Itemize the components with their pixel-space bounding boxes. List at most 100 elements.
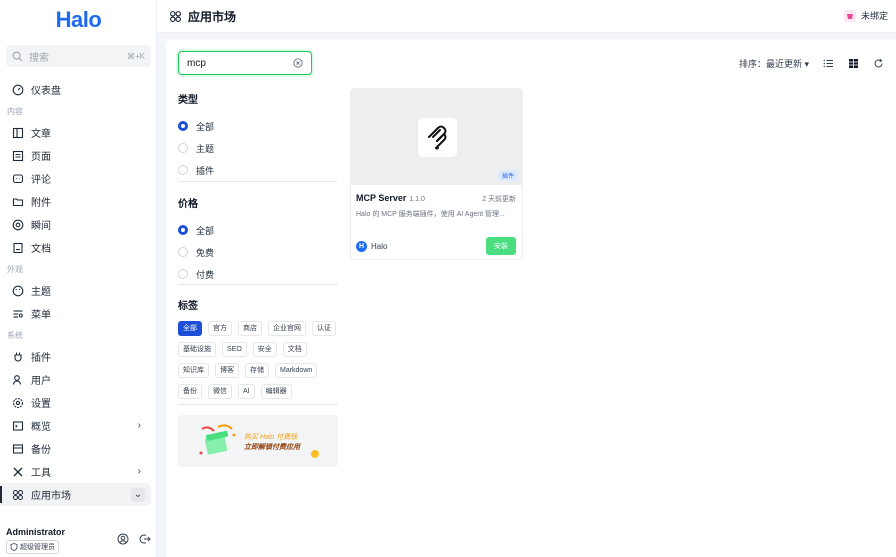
refresh-icon[interactable] <box>873 58 884 69</box>
author-name: Halo <box>371 242 388 251</box>
sidebar-item-label: 文章 <box>31 129 51 140</box>
chevron-down-icon[interactable]: ⌄ <box>131 487 145 502</box>
chevron-right-icon: › <box>137 466 141 477</box>
search-placeholder: 搜索 <box>29 52 49 64</box>
sidebar-item-label: 评论 <box>31 175 51 186</box>
clear-icon[interactable] <box>293 58 303 68</box>
sidebar-item-label: 工具 <box>31 468 51 479</box>
menu-icon <box>12 308 24 320</box>
sidebar-item-backups[interactable]: 备份 <box>0 437 157 460</box>
tag-chip[interactable]: 博客 <box>215 363 239 378</box>
sidebar-item-plugins[interactable]: 插件 <box>0 345 157 368</box>
comment-icon <box>12 173 24 185</box>
list-view-icon[interactable] <box>823 58 834 69</box>
sidebar-item-attachments[interactable]: 附件 <box>0 190 157 213</box>
avatar: H <box>356 241 367 252</box>
sidebar-item-tools[interactable]: 工具 › <box>0 460 157 483</box>
tag-chip[interactable]: Markdown <box>275 363 318 378</box>
tag-chip[interactable]: 商店 <box>238 321 262 336</box>
radio-type-theme[interactable]: 主题 <box>178 137 338 159</box>
promo-subtitle: 立即解锁付费应用 <box>244 444 300 451</box>
tag-chip[interactable]: 微信 <box>208 384 232 399</box>
tag-chip[interactable]: AI <box>238 384 255 399</box>
filter-price-title: 价格 <box>178 199 198 210</box>
radio-dot <box>178 143 188 153</box>
sidebar-item-label: 文档 <box>31 244 51 255</box>
gear-icon <box>12 397 24 409</box>
radio-label: 主题 <box>196 143 215 154</box>
folder-icon <box>12 196 24 208</box>
terminal-icon <box>12 420 24 432</box>
radio-price-free[interactable]: 免费 <box>178 241 338 263</box>
sidebar-item-posts[interactable]: 文章 <box>0 121 157 144</box>
nav-group-content: 内容 <box>7 106 23 116</box>
sidebar-item-settings[interactable]: 设置 <box>0 391 157 414</box>
tag-list: 全部 官方 商店 企业官网 认证 基础设施 SEO 安全 文档 知识库 博客 存… <box>178 321 338 399</box>
tag-chip[interactable]: 存储 <box>245 363 269 378</box>
shield-icon <box>10 543 18 551</box>
sidebar-item-menus[interactable]: 菜单 <box>0 302 157 325</box>
document-icon <box>12 242 24 254</box>
tag-chip[interactable]: SEO <box>222 342 247 357</box>
search-input[interactable]: mcp <box>178 51 312 75</box>
divider <box>178 181 338 182</box>
halo-logo[interactable]: Halo <box>0 7 157 33</box>
tag-chip[interactable]: 安全 <box>252 342 277 357</box>
sidebar-item-label: 设置 <box>31 399 51 410</box>
sidebar-item-docs[interactable]: 文档 <box>0 236 157 259</box>
tag-chip[interactable]: 认证 <box>312 321 336 336</box>
logout-icon[interactable] <box>139 533 151 545</box>
radio-type-plugin[interactable]: 插件 <box>178 159 338 181</box>
sidebar-item-pages[interactable]: 页面 <box>0 144 157 167</box>
coin-icon <box>311 450 319 458</box>
radio-label: 免费 <box>196 247 215 258</box>
sidebar-item-label: 仪表盘 <box>31 86 61 97</box>
filter-type-title: 类型 <box>178 95 198 106</box>
sidebar-item-label: 菜单 <box>31 310 51 321</box>
apps-icon <box>170 10 181 22</box>
account-bind-button[interactable]: 未绑定 <box>843 9 888 22</box>
app-card[interactable]: 插件 MCP Server 1.1.0 2 天前更新 Halo 的 MCP 服务端… <box>350 88 523 260</box>
sidebar-item-users[interactable]: 用户 <box>0 368 157 391</box>
sidebar-item-comments[interactable]: 评论 <box>0 167 157 190</box>
install-button[interactable]: 安装 <box>486 237 516 255</box>
sort-dropdown[interactable]: 排序：最近更新 ▾ <box>739 57 809 70</box>
sidebar-item-dashboard[interactable]: 仪表盘 <box>0 78 157 101</box>
palette-icon <box>12 285 24 297</box>
tag-chip[interactable]: 编辑器 <box>260 384 292 399</box>
app-name-text: MCP Server <box>356 193 407 203</box>
app-author[interactable]: H Halo <box>356 241 387 252</box>
page-icon <box>12 150 24 162</box>
global-search[interactable]: 搜索 ⌘+K <box>6 45 151 67</box>
user-icon <box>12 374 24 386</box>
grid-view-icon[interactable] <box>848 58 859 69</box>
tag-chip[interactable]: 备份 <box>178 384 202 399</box>
bind-status-label: 未绑定 <box>860 11 888 21</box>
sidebar-item-moments[interactable]: 瞬间 <box>0 213 157 236</box>
divider <box>178 404 338 405</box>
tag-chip[interactable]: 官方 <box>208 321 232 336</box>
tag-chip[interactable]: 企业官网 <box>268 321 306 336</box>
book-icon <box>12 127 24 139</box>
tag-chip[interactable]: 知识库 <box>178 363 209 378</box>
radio-type-all[interactable]: 全部 <box>178 115 338 137</box>
sidebar-item-themes[interactable]: 主题 <box>0 279 157 302</box>
profile-icon[interactable] <box>117 533 129 545</box>
app-description: Halo 的 MCP 服务端插件，使用 AI Agent 管理... <box>356 211 505 218</box>
promo-banner[interactable]: 购买 Halo 付费版 立即解锁付费应用 <box>178 415 338 467</box>
sidebar-item-label: 备份 <box>31 445 51 456</box>
app-version: 1.1.0 <box>409 196 425 203</box>
archive-icon <box>12 443 24 455</box>
radio-price-paid[interactable]: 付费 <box>178 263 338 285</box>
sidebar-item-label: 概览 <box>31 422 51 433</box>
search-input-value: mcp <box>187 57 206 69</box>
sidebar-item-overview[interactable]: 概览 › <box>0 414 157 437</box>
page-header: 应用市场 未绑定 <box>157 0 896 33</box>
tag-chip[interactable]: 文档 <box>282 342 307 357</box>
mcp-logo-icon <box>427 125 446 149</box>
sidebar-item-app-market[interactable]: 应用市场 ⌄ <box>0 483 151 506</box>
tag-chip[interactable]: 全部 <box>178 321 202 336</box>
radio-dot <box>178 247 188 257</box>
tag-chip[interactable]: 基础设施 <box>178 342 216 357</box>
radio-price-all[interactable]: 全部 <box>178 219 338 241</box>
